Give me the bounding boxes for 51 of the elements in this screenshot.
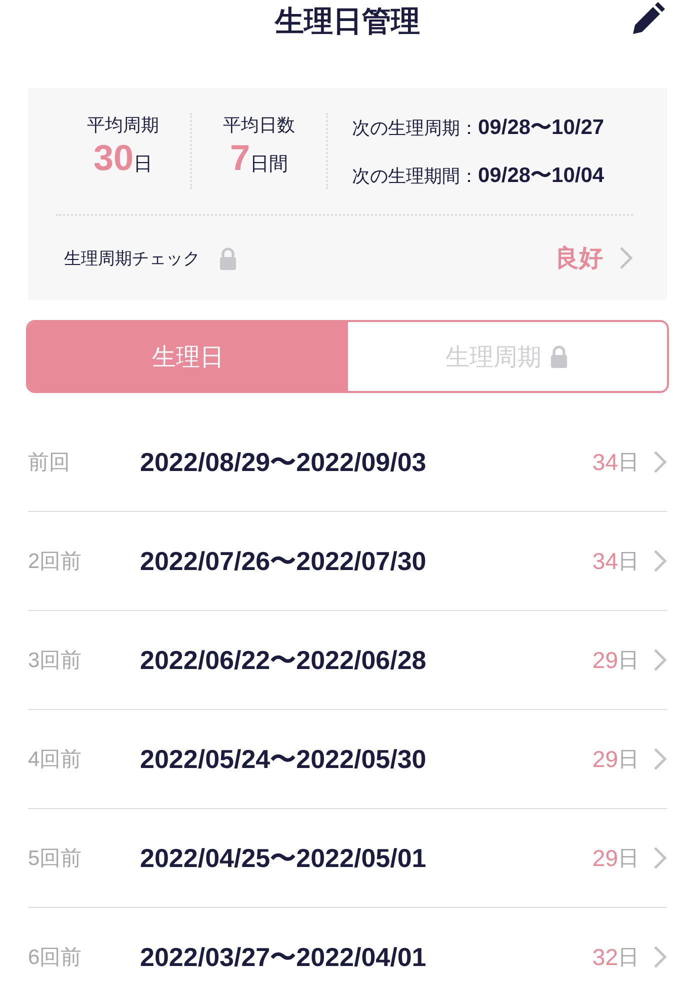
period-label: 前回 <box>28 450 71 476</box>
history-row[interactable]: 6回前 2022/03/27〜2022/04/01 32日 <box>28 908 667 1000</box>
stat-label: 平均周期 <box>87 114 159 137</box>
period-label: 5回前 <box>28 846 83 872</box>
history-row[interactable]: 前回 2022/08/29〜2022/09/03 34日 <box>28 413 667 512</box>
stat-value: 7 <box>230 137 250 179</box>
history-row[interactable]: 5回前 2022/04/25〜2022/05/01 29日 <box>28 809 667 908</box>
stat-value: 30 <box>93 137 134 179</box>
chevron-right-icon <box>653 846 667 870</box>
period-label: 3回前 <box>28 648 83 674</box>
stat-unit: 日 <box>134 153 153 177</box>
history-row[interactable]: 2回前 2022/07/26〜2022/07/30 34日 <box>28 512 667 611</box>
cycle-days: 29 <box>592 746 618 772</box>
chevron-right-icon <box>619 246 633 270</box>
period-label: 6回前 <box>28 945 83 971</box>
cycle-days: 29 <box>592 844 618 872</box>
cycle-days: 29 <box>592 646 618 674</box>
day-unit: 日 <box>618 846 639 872</box>
period-label: 2回前 <box>28 549 83 575</box>
day-unit: 日 <box>618 648 639 674</box>
chevron-right-icon <box>653 549 667 573</box>
cycle-days: 34 <box>592 548 618 574</box>
page-title: 生理日管理 <box>275 5 420 40</box>
day-unit: 日 <box>618 450 639 476</box>
cycle-days: 32 <box>592 944 618 970</box>
next-dates: 09/28〜10/27 <box>478 115 604 141</box>
check-label: 生理周期チェック <box>64 248 200 270</box>
next-label: 次の生理期間： <box>352 165 478 188</box>
history-row[interactable]: 3回前 2022/06/22〜2022/06/28 29日 <box>28 611 667 710</box>
date-range: 2022/03/27〜2022/04/01 <box>140 940 426 974</box>
period-label: 4回前 <box>28 747 83 773</box>
chevron-right-icon <box>653 747 667 771</box>
chevron-right-icon <box>653 648 667 672</box>
chevron-right-icon <box>653 450 667 474</box>
day-unit: 日 <box>618 945 639 971</box>
lock-icon <box>549 345 570 368</box>
day-unit: 日 <box>618 747 639 773</box>
history-row[interactable]: 4回前 2022/05/24〜2022/05/30 29日 <box>28 710 667 809</box>
date-range: 2022/06/22〜2022/06/28 <box>140 644 426 676</box>
lock-icon <box>218 246 238 270</box>
date-range: 2022/07/26〜2022/07/30 <box>140 544 426 578</box>
day-unit: 日 <box>618 549 639 575</box>
chevron-right-icon <box>653 945 667 969</box>
next-label: 次の生理周期： <box>352 117 478 140</box>
date-range: 2022/08/29〜2022/09/03 <box>140 446 426 478</box>
date-range: 2022/04/25〜2022/05/01 <box>140 842 426 874</box>
next-dates: 09/28〜10/04 <box>478 163 604 189</box>
stat-label: 平均日数 <box>223 114 295 137</box>
date-range: 2022/05/24〜2022/05/30 <box>140 742 426 776</box>
cycle-days: 34 <box>592 448 618 476</box>
stat-unit: 日間 <box>250 153 288 177</box>
